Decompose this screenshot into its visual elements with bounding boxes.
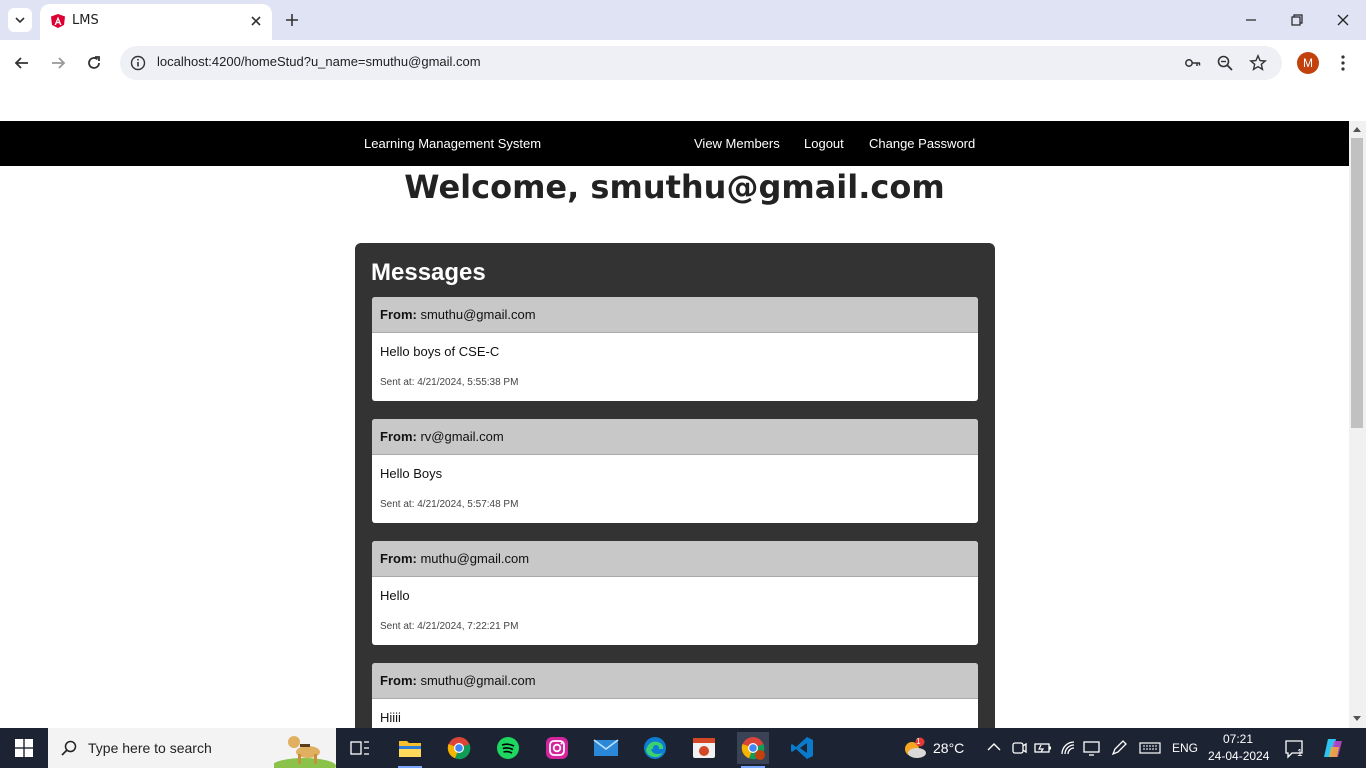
change-password-link[interactable]: Change Password <box>869 136 975 151</box>
taskbar: Type here to search 1 28°C ENG 07:21 24-… <box>0 728 1366 768</box>
zoom-icon[interactable] <box>1216 54 1234 72</box>
pen-icon[interactable] <box>1110 740 1128 756</box>
search-highlight-dog-icon <box>274 736 336 768</box>
messages-title: Messages <box>371 259 486 286</box>
from-label: From: <box>380 307 417 322</box>
weather-badge: 1 <box>916 737 921 746</box>
battery-icon[interactable] <box>1034 740 1052 756</box>
close-tab-icon[interactable] <box>248 13 264 29</box>
keyboard-icon[interactable] <box>1139 740 1161 756</box>
tab-strip: LMS <box>0 0 1366 40</box>
weather-temperature[interactable]: 28°C <box>933 740 964 756</box>
tab-search-dropdown-icon[interactable] <box>8 8 32 32</box>
display-icon[interactable] <box>1083 740 1101 756</box>
clock-date[interactable]: 24-04-2024 <box>1208 749 1269 763</box>
message-timestamp: Sent at: 4/21/2024, 5:57:48 PM <box>380 499 519 510</box>
welcome-heading: Welcome, smuthu@gmail.com <box>404 168 945 206</box>
meet-now-icon[interactable] <box>1011 740 1027 756</box>
message-body: Hiiii <box>380 710 401 725</box>
message-body: Hello boys of CSE-C <box>380 344 500 359</box>
from-label: From: <box>380 673 417 688</box>
logout-link[interactable]: Logout <box>804 136 844 151</box>
vscode-icon[interactable] <box>786 732 818 764</box>
scroll-down-arrow-icon[interactable] <box>1353 716 1361 721</box>
weather-icon[interactable] <box>902 737 928 759</box>
message-body: Hello <box>380 588 410 603</box>
mail-icon[interactable] <box>590 732 622 764</box>
profile-initial: M <box>1303 56 1313 70</box>
spotify-icon[interactable] <box>492 732 524 764</box>
message-header: From: smuthu@gmail.com <box>372 297 978 333</box>
bookmark-bar <box>0 86 1366 121</box>
search-placeholder: Type here to search <box>88 740 212 756</box>
message-sender: smuthu@gmail.com <box>420 307 536 322</box>
message-card: From: smuthu@gmail.com Hiiii <box>372 663 978 728</box>
instagram-icon[interactable] <box>541 732 573 764</box>
search-icon <box>61 740 77 756</box>
file-explorer-icon[interactable] <box>394 732 426 768</box>
message-header: From: muthu@gmail.com <box>372 541 978 577</box>
wifi-icon[interactable] <box>1060 740 1078 756</box>
angular-logo-icon <box>51 14 65 28</box>
message-card: From: rv@gmail.com Hello Boys Sent at: 4… <box>372 419 978 523</box>
language-indicator[interactable]: ENG <box>1172 741 1198 755</box>
edge-icon[interactable] <box>639 732 671 764</box>
scroll-up-arrow-icon[interactable] <box>1353 127 1361 132</box>
restore-icon[interactable] <box>1289 12 1305 28</box>
task-view-icon[interactable] <box>344 732 376 764</box>
message-card: From: muthu@gmail.com Hello Sent at: 4/2… <box>372 541 978 645</box>
powerpoint-viewer-icon[interactable] <box>688 732 720 764</box>
message-sender: smuthu@gmail.com <box>420 673 536 688</box>
message-timestamp: Sent at: 4/21/2024, 7:22:21 PM <box>380 621 519 632</box>
address-bar[interactable]: localhost:4200/homeStud?u_name=smuthu@gm… <box>120 46 1282 80</box>
message-card: From: smuthu@gmail.com Hello boys of CSE… <box>372 297 978 401</box>
forward-icon[interactable] <box>48 53 68 73</box>
navbar: Learning Management System View Members … <box>0 121 1349 166</box>
page-viewport: Learning Management System View Members … <box>0 121 1349 728</box>
message-sender: muthu@gmail.com <box>420 551 530 566</box>
browser-toolbar: localhost:4200/homeStud?u_name=smuthu@gm… <box>0 40 1366 86</box>
url-text[interactable]: localhost:4200/homeStud?u_name=smuthu@gm… <box>157 54 481 69</box>
bookmark-star-icon[interactable] <box>1249 54 1267 72</box>
message-timestamp: Sent at: 4/21/2024, 5:55:38 PM <box>380 377 519 388</box>
password-key-icon[interactable] <box>1184 54 1202 72</box>
clock-time[interactable]: 07:21 <box>1223 732 1253 746</box>
message-sender: rv@gmail.com <box>420 429 504 444</box>
browser-menu-icon[interactable] <box>1335 53 1351 73</box>
show-hidden-icons-chevron-icon[interactable] <box>987 742 1001 752</box>
profile-avatar[interactable]: M <box>1297 52 1319 74</box>
view-members-link[interactable]: View Members <box>694 136 780 151</box>
chrome-profile-icon[interactable] <box>737 732 769 768</box>
new-tab-icon[interactable] <box>282 10 302 30</box>
from-label: From: <box>380 429 417 444</box>
scroll-thumb[interactable] <box>1351 138 1363 428</box>
message-header: From: rv@gmail.com <box>372 419 978 455</box>
windows-start-icon[interactable] <box>0 728 48 768</box>
close-window-icon[interactable] <box>1335 12 1351 28</box>
copilot-icon[interactable] <box>1322 737 1344 759</box>
page-scrollbar[interactable] <box>1349 121 1366 728</box>
brand-link[interactable]: Learning Management System <box>364 136 541 151</box>
message-body: Hello Boys <box>380 466 443 481</box>
notification-count: 1 <box>1297 748 1303 759</box>
back-icon[interactable] <box>12 53 32 73</box>
chrome-icon[interactable] <box>443 732 475 764</box>
messages-panel: Messages From: smuthu@gmail.com Hello bo… <box>355 243 995 728</box>
minimize-icon[interactable] <box>1243 12 1259 28</box>
reload-icon[interactable] <box>84 53 104 73</box>
site-info-icon[interactable] <box>130 55 146 71</box>
taskbar-search[interactable]: Type here to search <box>48 728 336 768</box>
message-header: From: smuthu@gmail.com <box>372 663 978 699</box>
tab-title: LMS <box>72 13 99 28</box>
browser-tab[interactable]: LMS <box>40 4 272 40</box>
from-label: From: <box>380 551 417 566</box>
